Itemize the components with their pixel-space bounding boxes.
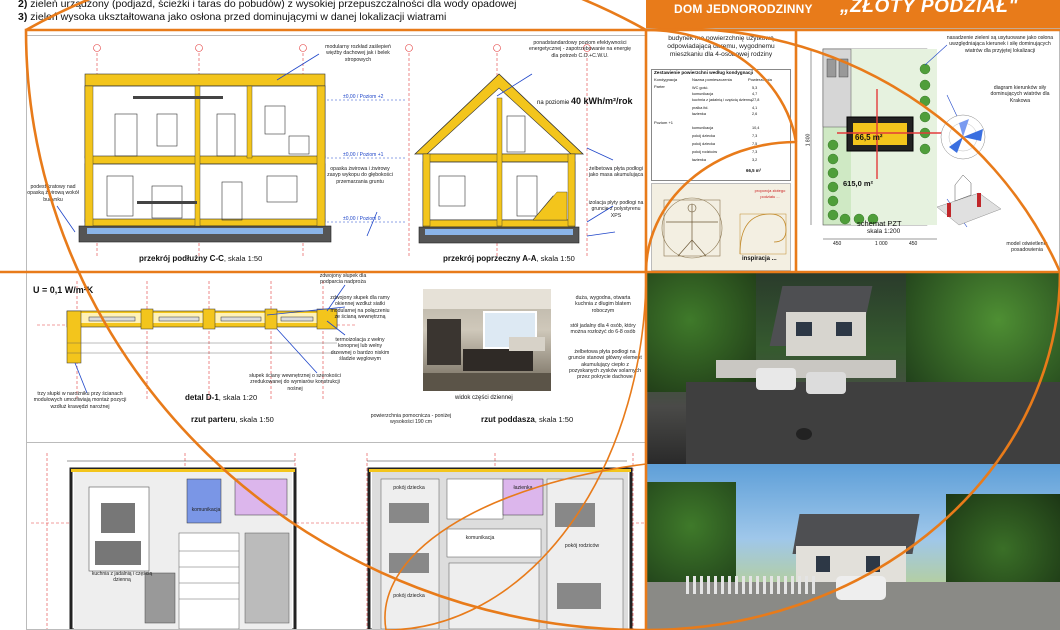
- requirement-3: 3) zieleń wysoka ukształtowana jako osło…: [18, 11, 447, 23]
- note-accumulating-slab: żelbetowa płyta podłogi jako masa akumul…: [588, 166, 644, 179]
- room-kitchen-dining: kuchnia z jadalnią i częścią dzienną: [91, 571, 153, 584]
- sections-panel: ±0,00 / Poziom +2 ±0,00 / Poziom +1 ±0,0…: [26, 35, 646, 273]
- detail-d1-caption: detal D-1, skala 1:20: [185, 393, 258, 402]
- building-footprint-area: 66,5 m²: [855, 133, 883, 142]
- floor-plans-panel: kuchnia z jadalnią i częścią dzienną kom…: [26, 443, 646, 630]
- note-hemp-insulation: termoizolacja z wełny konopnej lub wełny…: [330, 337, 390, 362]
- info-panel: budynek ma powierzchnię użytkową odpowia…: [646, 28, 1060, 272]
- section-cc-drawing: [78, 73, 332, 243]
- note-energy-efficiency: ponadstandardowy poziom efektywności ene…: [528, 40, 632, 59]
- floor-plans-drawing: [31, 453, 645, 629]
- project-subtitle: DOM JEDNORODZINNY: [674, 2, 813, 16]
- street-render: [646, 464, 1060, 630]
- note-green-shield: nasadzenie zieleni są usytuowane jako os…: [946, 35, 1054, 54]
- note-dining-table: stół jadalny dla 4 osób, który można roz…: [570, 323, 636, 336]
- dim-vertical: 1 800: [805, 133, 812, 147]
- sun-model: [936, 174, 1002, 226]
- note-slab-accumulation: żelbetowa płyta podłogi na gruncie stano…: [568, 349, 642, 381]
- detail-panel: U = 0,1 W/m²K widok części dziennej zdwo…: [26, 273, 646, 443]
- room-parents: pokój rodziców: [564, 543, 600, 549]
- note-kitchen: duża, wygodna, otwarta kuchnia z długim …: [575, 295, 631, 314]
- sections-drawing: ±0,00 / Poziom +2 ±0,00 / Poziom +1 ±0,0…: [56, 44, 616, 258]
- requirements-list: 2) zieleń urządzony (podjazd, ścieżki i …: [18, 0, 516, 24]
- ground-floor-plan: [69, 467, 297, 629]
- section-cc-caption: przekrój podłużny C-C, skala 1:50: [139, 254, 263, 263]
- energy-value-row: na poziomie 40 kWh/m²/rok: [537, 96, 633, 106]
- note-auxiliary-area: powierzchnia pomocnicza - poniżej wysoko…: [370, 413, 452, 426]
- note-double-post-lintel: zdwojony słupek dla podparcia nadproża: [319, 273, 367, 286]
- room-communication-ground: komunikacja: [191, 507, 221, 513]
- note-sun-model: model oświetlenia posadowienia: [1006, 241, 1048, 254]
- ground-plan-caption: rzut parteru, skala 1:50: [191, 415, 274, 424]
- requirement-2: 2) zieleń urządzony (podjazd, ścieżki i …: [18, 0, 517, 10]
- note-wind-diagram: diagram kierunków siły dominujących wiat…: [990, 85, 1050, 104]
- note-corner-posts: trzy słupki w narożniku przy ścianach mo…: [33, 391, 127, 410]
- note-double-post-frame: zdwojony słupek dla ramy okiennej wzdłuż…: [330, 295, 390, 320]
- project-title: „ZŁOTY PODZIAŁ": [840, 0, 1019, 17]
- dim-mid: 1 000: [875, 241, 888, 247]
- render-caption: widok części dziennej: [455, 395, 513, 401]
- svg-text:±0,00 / Poziom +1: ±0,00 / Poziom +1: [343, 152, 384, 158]
- note-reduced-post: słupek ściany wewnętrznej o szerokości z…: [249, 373, 341, 392]
- attic-floor-plan: [367, 467, 633, 629]
- dim-right: 450: [909, 241, 918, 247]
- interior-render: [423, 289, 551, 391]
- room-child-2: pokój dziecka: [393, 593, 425, 599]
- attic-plan-caption: rzut poddasza, skala 1:50: [481, 415, 574, 424]
- site-schema-scale: skala 1:200: [867, 228, 901, 235]
- note-gravel-band: opaska żwirowa i żwirowy zasyp wykopu do…: [327, 166, 393, 185]
- room-communication-attic: komunikacja: [465, 535, 495, 541]
- site-schema-label: schemat PZT: [857, 219, 902, 228]
- dim-left: 450: [833, 241, 842, 247]
- note-xps-insulation: izolacja płyty podłogi na gruncie z poly…: [588, 200, 644, 219]
- u-value: U = 0,1 W/m²K: [33, 285, 94, 295]
- svg-text:±0,00 / Poziom 0: ±0,00 / Poziom 0: [343, 216, 381, 222]
- room-bathroom: łazienka: [513, 485, 533, 491]
- svg-text:±0,00 / Poziom +2: ±0,00 / Poziom +2: [343, 94, 384, 100]
- section-aa-caption: przekrój poprzeczny A-A, skala 1:50: [443, 254, 575, 263]
- note-modular-rafters: modularny rozkład zaślepień więźby dacho…: [325, 44, 391, 63]
- wind-rose-diagram: [940, 114, 986, 160]
- note-gravel-deck: podest kratowy nad opaską żwirową wokół …: [27, 184, 79, 203]
- plot-area: 615,0 m²: [843, 179, 874, 188]
- site-plan-drawing: [810, 44, 1002, 240]
- aerial-render: [646, 272, 1060, 464]
- room-child-1: pokój dziecka: [393, 485, 425, 491]
